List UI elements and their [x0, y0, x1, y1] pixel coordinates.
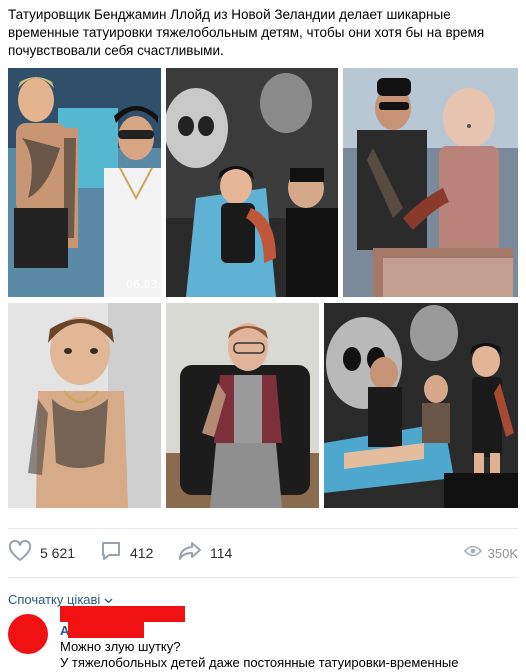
- comment-text-line: Можно злую шутку?: [60, 639, 181, 654]
- comment-bubble-icon: [100, 540, 122, 567]
- post-photo-5[interactable]: [166, 303, 319, 508]
- sort-label: Спочатку цікаві: [8, 592, 101, 607]
- redacted-author: [60, 606, 185, 622]
- comment-item: А Можно злую шутку? У тяжелобольных дете…: [8, 606, 518, 672]
- comment-text-line: У тяжелобольных детей даже постоянные та…: [60, 655, 459, 670]
- post-photo-4[interactable]: [8, 303, 161, 508]
- views-count: 350K: [487, 545, 518, 561]
- post-photo-2[interactable]: [166, 68, 338, 297]
- chevron-down-icon: [104, 592, 113, 607]
- share-button[interactable]: 114: [178, 538, 232, 568]
- redacted-author: [68, 622, 144, 638]
- divider: [8, 577, 518, 578]
- comment-button[interactable]: 412: [100, 538, 153, 568]
- post-actions-bar: 5 621 412 114 350K: [8, 538, 518, 568]
- post-text: Татуировщик Бенджамин Ллойд из Новой Зел…: [8, 7, 485, 58]
- share-arrow-icon: [178, 541, 202, 566]
- avatar[interactable]: [8, 614, 48, 654]
- post-photo-1[interactable]: 06.03.: [8, 68, 161, 297]
- views-counter: 350K: [463, 538, 518, 568]
- like-count: 5 621: [40, 545, 76, 561]
- photo-timestamp: 06.03.: [126, 278, 161, 291]
- eye-icon: [463, 544, 482, 562]
- divider: [8, 528, 518, 529]
- like-button[interactable]: 5 621: [8, 538, 75, 568]
- comment-count: 412: [130, 545, 154, 561]
- heart-icon: [8, 539, 32, 567]
- post-photo-6[interactable]: [324, 303, 518, 508]
- comments-sort-dropdown[interactable]: Спочатку цікаві: [8, 592, 113, 607]
- share-count: 114: [210, 545, 233, 561]
- post-photo-3[interactable]: [343, 68, 518, 297]
